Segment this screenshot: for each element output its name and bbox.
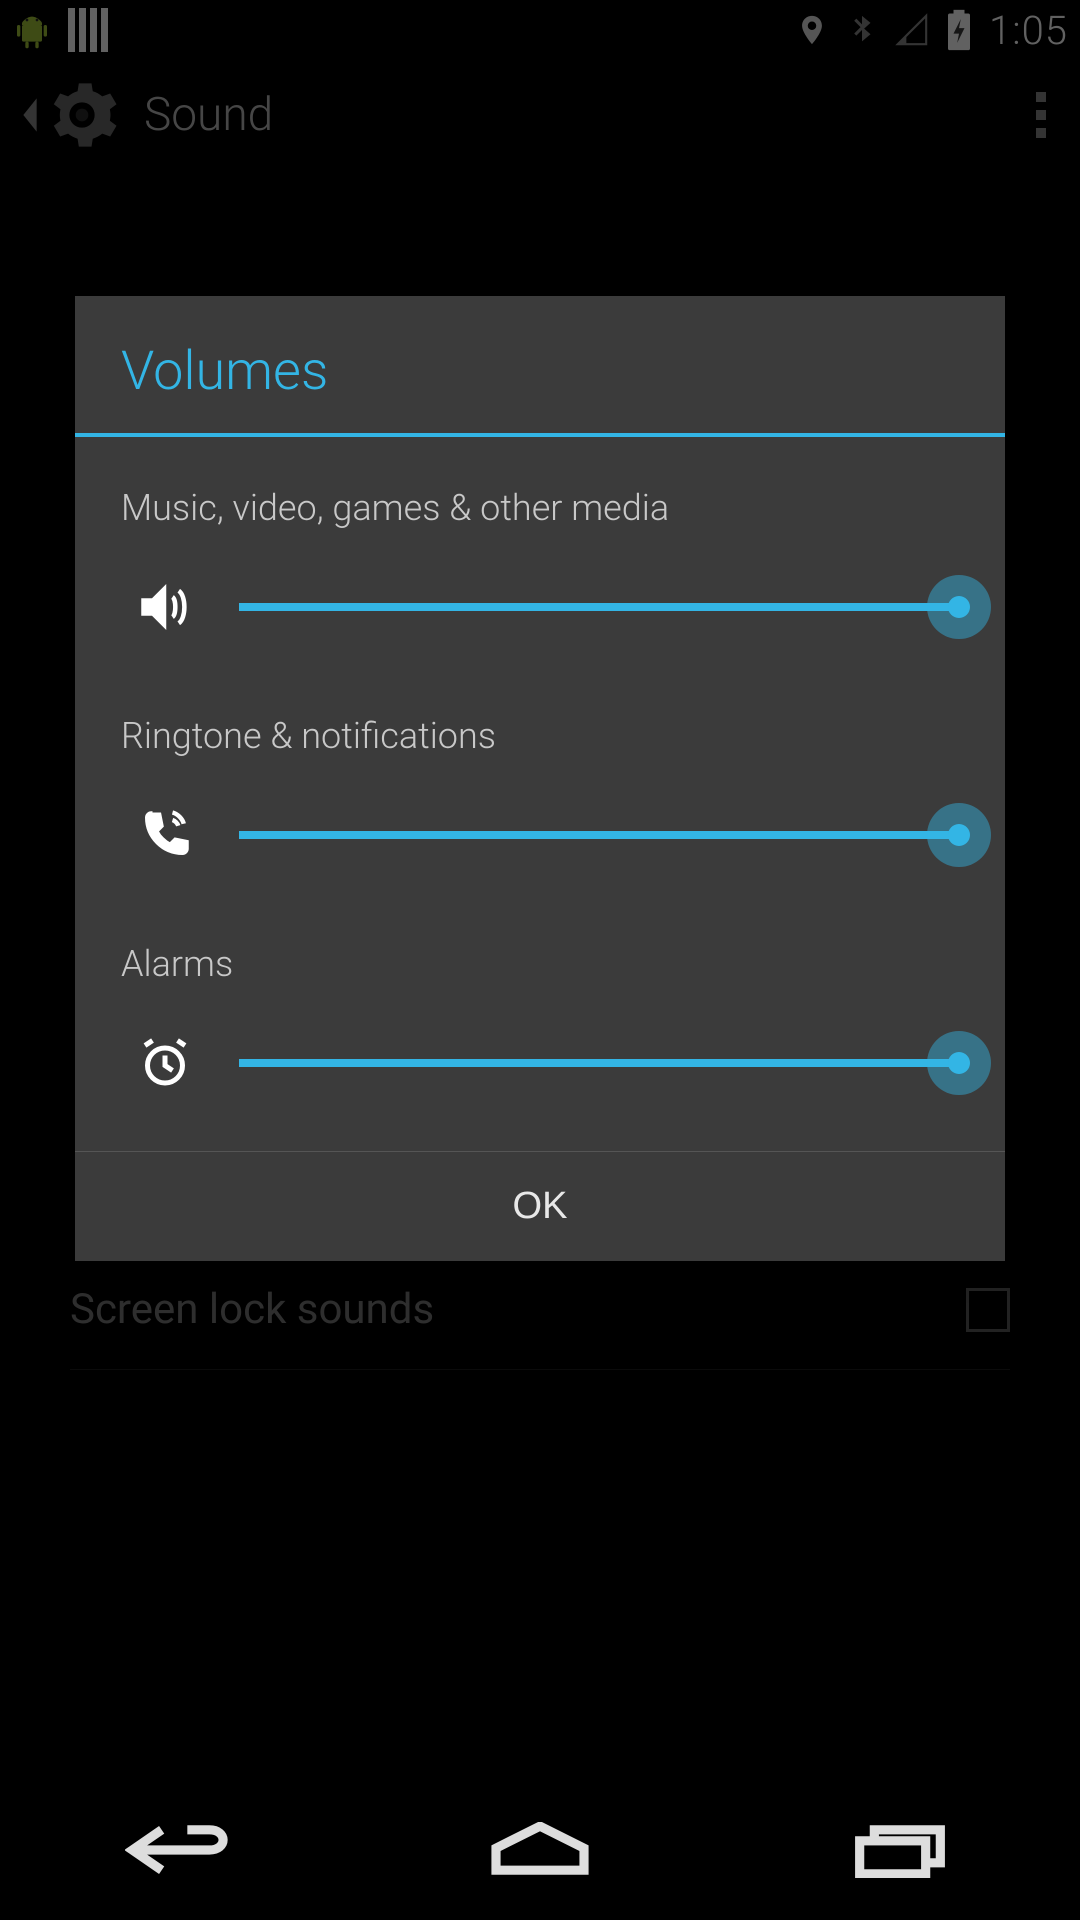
- nav-recents-button[interactable]: [840, 1815, 960, 1885]
- media-volume-group: Music, video, games & other media: [121, 457, 959, 685]
- nav-back-button[interactable]: [120, 1815, 240, 1885]
- ringtone-volume-slider[interactable]: [239, 803, 959, 867]
- ringtone-volume-row: [121, 803, 959, 867]
- alarm-volume-row: [121, 1031, 959, 1095]
- media-volume-label: Music, video, games & other media: [121, 487, 959, 529]
- dialog-header: Volumes: [75, 296, 1005, 437]
- dialog-body: Music, video, games & other media Ringto…: [75, 437, 1005, 1151]
- alarm-volume-group: Alarms: [121, 913, 959, 1141]
- screen: 1:05 Sound Screen lock sounds Volumes Mu…: [0, 0, 1080, 1920]
- ok-button[interactable]: OK: [75, 1152, 1005, 1261]
- ringtone-volume-label: Ringtone & notifications: [121, 715, 959, 757]
- slider-thumb[interactable]: [927, 1031, 991, 1095]
- slider-fill: [239, 831, 959, 839]
- slider-fill: [239, 603, 959, 611]
- dialog-title: Volumes: [121, 340, 959, 403]
- nav-home-button[interactable]: [480, 1815, 600, 1885]
- dialog-footer: OK: [75, 1151, 1005, 1261]
- ringtone-volume-group: Ringtone & notifications: [121, 685, 959, 913]
- speaker-icon: [135, 577, 195, 637]
- alarm-clock-icon: [135, 1033, 195, 1093]
- phone-ringing-icon: [135, 805, 195, 865]
- slider-thumb[interactable]: [927, 803, 991, 867]
- volumes-dialog: Volumes Music, video, games & other medi…: [75, 296, 1005, 1261]
- slider-thumb[interactable]: [927, 575, 991, 639]
- alarm-volume-slider[interactable]: [239, 1031, 959, 1095]
- media-volume-slider[interactable]: [239, 575, 959, 639]
- alarm-volume-label: Alarms: [121, 943, 959, 985]
- navigation-bar: [0, 1780, 1080, 1920]
- slider-fill: [239, 1059, 959, 1067]
- media-volume-row: [121, 575, 959, 639]
